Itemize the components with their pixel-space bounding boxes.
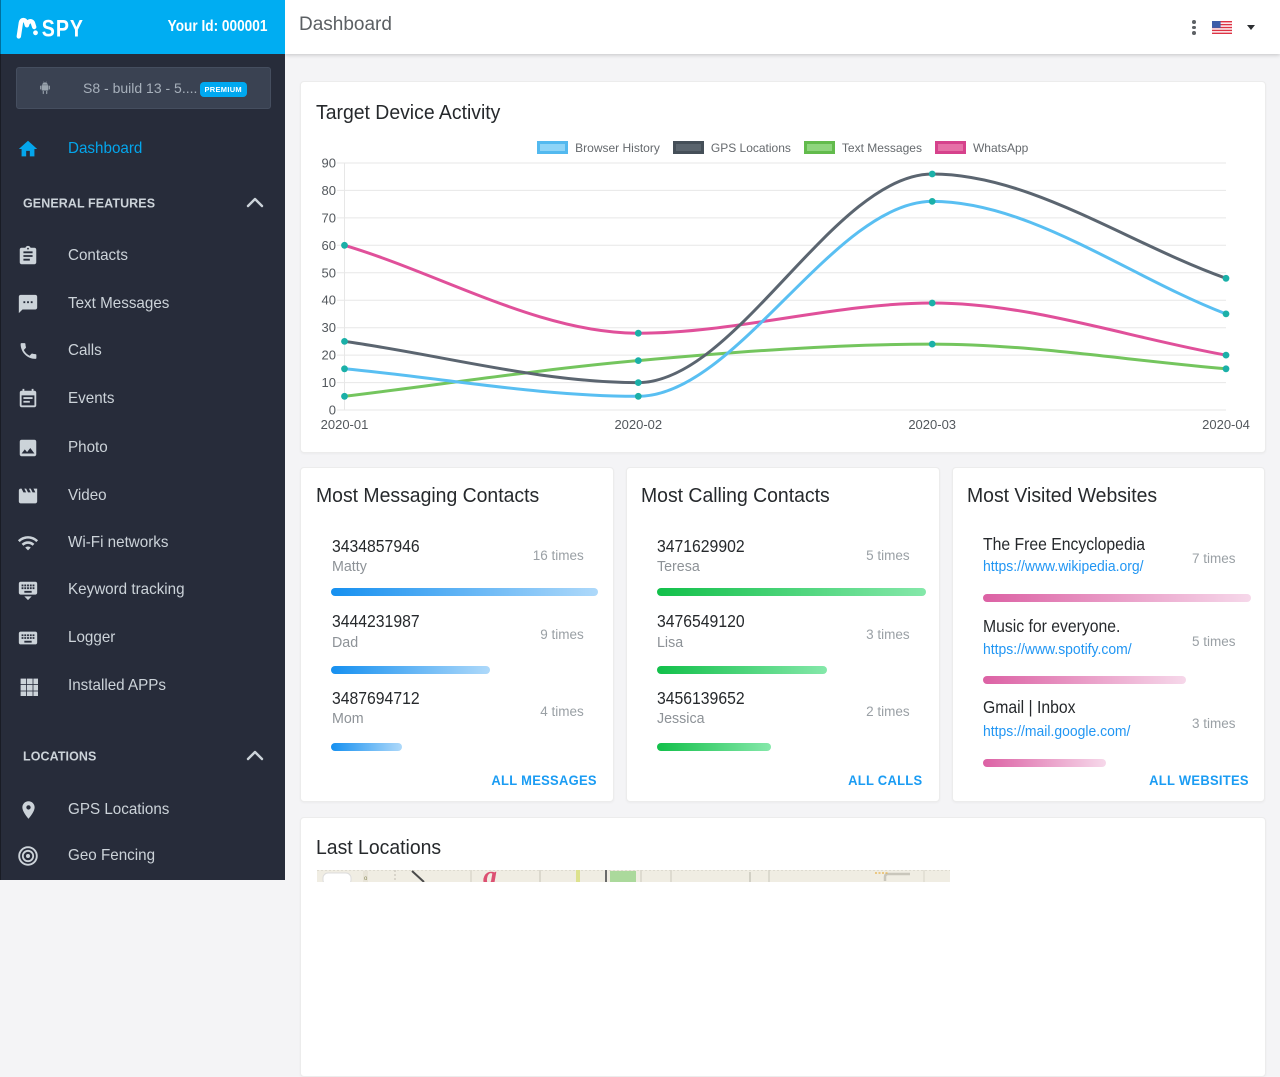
svg-text:40: 40 bbox=[322, 293, 336, 308]
svg-text:60: 60 bbox=[322, 238, 336, 253]
svg-text:2020-04: 2020-04 bbox=[1202, 417, 1250, 432]
svg-text:50: 50 bbox=[322, 265, 336, 280]
svg-text:2020-01: 2020-01 bbox=[321, 417, 369, 432]
svg-text:70: 70 bbox=[322, 210, 336, 225]
svg-text:SPY: SPY bbox=[42, 15, 84, 42]
svg-text:10: 10 bbox=[322, 375, 336, 390]
svg-text:30: 30 bbox=[322, 320, 336, 335]
svg-text:2020-03: 2020-03 bbox=[908, 417, 956, 432]
svg-text:20: 20 bbox=[322, 348, 336, 363]
svg-text:2020-02: 2020-02 bbox=[614, 417, 662, 432]
svg-text:80: 80 bbox=[322, 183, 336, 198]
svg-text:0: 0 bbox=[329, 403, 336, 418]
svg-text:90: 90 bbox=[322, 156, 336, 171]
